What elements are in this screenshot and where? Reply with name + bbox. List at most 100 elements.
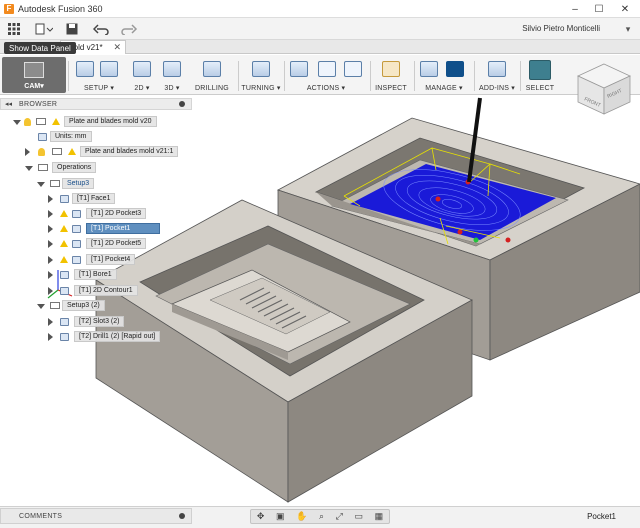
visibility-bulb-icon[interactable] bbox=[24, 118, 31, 126]
add-ins-group[interactable]: ADD-INS ▾ bbox=[476, 57, 518, 93]
pocket-operation-icon bbox=[72, 225, 81, 233]
chevron-right-icon[interactable] bbox=[48, 287, 53, 295]
setup-group[interactable]: SETUP ▾ bbox=[72, 57, 126, 93]
tree-row-drill1[interactable]: [T2] Drill1 (2) [Rapid out] bbox=[0, 331, 192, 343]
setup-icon bbox=[76, 61, 94, 77]
workspace-switcher-button[interactable]: CAM▾ bbox=[2, 57, 66, 93]
tree-label-document: Plate and blades mold v20 bbox=[64, 116, 157, 127]
2d-toolpath-icon bbox=[133, 61, 151, 77]
display-settings-icon[interactable]: ▭ bbox=[354, 511, 363, 522]
comments-options-icon[interactable] bbox=[179, 513, 185, 519]
chevron-right-icon[interactable] bbox=[48, 225, 53, 233]
measure-icon bbox=[382, 61, 400, 77]
save-icon[interactable] bbox=[64, 21, 80, 37]
tree-row-document[interactable]: Plate and blades mold v20 bbox=[0, 116, 192, 128]
tree-row-face1[interactable]: [T1] Face1 bbox=[0, 193, 192, 205]
tree-label-2d-contour1: [T1] 2D Contour1 bbox=[74, 285, 138, 296]
tree-label-setup3: Setup3 bbox=[62, 178, 95, 189]
tree-row-slot3[interactable]: [T2] Slot3 (2) bbox=[0, 316, 192, 328]
units-icon bbox=[38, 133, 47, 141]
tree-row-setup3-2[interactable]: Setup3 (2) bbox=[0, 300, 192, 312]
fusion-logo-icon: F bbox=[4, 3, 14, 14]
fit-icon[interactable]: ⤢ bbox=[336, 511, 343, 522]
face-operation-icon bbox=[60, 195, 69, 203]
toolbar: CAM▾ SETUP ▾ 2D ▾ 3D ▾ DRILLING TURNING … bbox=[0, 55, 640, 95]
look-at-icon[interactable]: ▣ bbox=[276, 511, 285, 522]
chevron-right-icon[interactable] bbox=[48, 318, 53, 326]
close-window-button[interactable]: ✕ bbox=[612, 0, 638, 18]
redo-icon[interactable] bbox=[120, 21, 142, 37]
maximize-button[interactable]: ☐ bbox=[586, 0, 612, 18]
visibility-bulb-icon[interactable] bbox=[38, 148, 45, 156]
actions-group[interactable]: ACTIONS ▾ bbox=[286, 57, 366, 93]
new-setup-icon bbox=[100, 61, 118, 77]
scripts-addins-icon bbox=[488, 61, 506, 77]
minimize-button[interactable]: – bbox=[562, 0, 588, 18]
chevron-right-icon[interactable] bbox=[48, 210, 53, 218]
setup-label: SETUP bbox=[83, 85, 109, 92]
tree-label-2d-pocket5: [T1] 2D Pocket5 bbox=[86, 238, 147, 249]
workspace-label: CAM bbox=[24, 83, 41, 90]
3d-group[interactable]: 3D ▾ bbox=[158, 57, 186, 93]
chevron-right-icon[interactable] bbox=[48, 271, 53, 279]
drilling-label: DRILLING bbox=[195, 85, 229, 92]
inspect-label: INSPECT bbox=[375, 85, 407, 92]
panel-options-icon[interactable] bbox=[179, 101, 185, 107]
undo-icon[interactable] bbox=[92, 21, 114, 37]
chevron-right-icon[interactable] bbox=[25, 148, 30, 156]
tree-label-slot3: [T2] Slot3 (2) bbox=[74, 316, 125, 327]
file-icon[interactable] bbox=[34, 21, 54, 37]
select-group[interactable]: SELECT bbox=[522, 57, 558, 93]
tree-row-component[interactable]: Plate and blades mold v21:1 bbox=[0, 146, 192, 158]
grid-icon[interactable] bbox=[6, 21, 22, 37]
bore-operation-icon bbox=[60, 271, 69, 279]
tree-row-pocket4[interactable]: [T1] Pocket4 bbox=[0, 254, 192, 266]
pocket-operation-icon bbox=[72, 256, 81, 264]
orbit-icon[interactable]: ✥ bbox=[257, 511, 265, 522]
tree-label-units: Units: mm bbox=[50, 131, 92, 142]
chevron-right-icon[interactable] bbox=[48, 195, 53, 203]
close-icon[interactable]: ✕ bbox=[113, 42, 121, 53]
tree-row-2d-pocket5[interactable]: [T1] 2D Pocket5 bbox=[0, 238, 192, 250]
contour-operation-icon bbox=[60, 287, 69, 295]
tree-row-pocket1[interactable]: [T1] Pocket1 bbox=[0, 223, 192, 235]
tree-label-pocket4: [T1] Pocket4 bbox=[86, 254, 136, 265]
collapse-panel-icon[interactable]: ◂◂ bbox=[5, 100, 12, 108]
drilling-group[interactable]: DRILLING bbox=[190, 57, 234, 93]
warning-icon bbox=[60, 256, 68, 263]
inspect-group[interactable]: INSPECT bbox=[372, 57, 410, 93]
pan-icon[interactable]: ✋ bbox=[296, 511, 307, 522]
comments-panel[interactable]: COMMENTS bbox=[0, 508, 192, 524]
chevron-right-icon[interactable] bbox=[48, 333, 53, 341]
chevron-down-icon[interactable]: ▾ bbox=[622, 21, 634, 37]
tree-row-bore1[interactable]: [T1] Bore1 bbox=[0, 269, 192, 281]
tree-row-units[interactable]: Units: mm bbox=[0, 131, 192, 143]
zoom-icon[interactable]: ⌕ bbox=[319, 511, 324, 522]
turning-group[interactable]: TURNING ▾ bbox=[240, 57, 282, 93]
browser-panel-header[interactable]: ◂◂ BROWSER bbox=[0, 98, 192, 110]
2d-group[interactable]: 2D ▾ bbox=[128, 57, 156, 93]
select-cursor-icon bbox=[529, 60, 551, 80]
3d-label: 3D bbox=[164, 85, 174, 92]
tree-label-pocket1-selected: [T1] Pocket1 bbox=[86, 223, 160, 234]
manage-group[interactable]: MANAGE ▾ bbox=[416, 57, 472, 93]
3d-toolpath-icon bbox=[163, 61, 181, 77]
warning-icon bbox=[60, 240, 68, 247]
view-cube[interactable]: FRONT RIGHT bbox=[574, 62, 634, 116]
chevron-down-icon[interactable] bbox=[25, 166, 33, 171]
manage-label: MANAGE bbox=[425, 85, 457, 92]
chevron-down-icon[interactable] bbox=[37, 182, 45, 187]
tree-row-2d-pocket3[interactable]: [T1] 2D Pocket3 bbox=[0, 208, 192, 220]
chevron-right-icon[interactable] bbox=[48, 240, 53, 248]
chevron-down-icon[interactable] bbox=[13, 120, 21, 125]
select-label: SELECT bbox=[525, 85, 555, 92]
user-account-menu[interactable]: Silvio Pietro Monticelli bbox=[522, 24, 600, 33]
setup-icon bbox=[50, 302, 60, 309]
tree-row-setup3[interactable]: Setup3 bbox=[0, 178, 192, 190]
grid-settings-icon[interactable]: ▦ bbox=[375, 511, 384, 522]
quick-access-bar: Silvio Pietro Monticelli ▾ bbox=[0, 18, 640, 40]
chevron-right-icon[interactable] bbox=[48, 256, 53, 264]
tree-row-operations[interactable]: Operations bbox=[0, 162, 192, 174]
tree-row-2d-contour1[interactable]: [T1] 2D Contour1 bbox=[0, 285, 192, 297]
chevron-down-icon[interactable] bbox=[37, 304, 45, 309]
